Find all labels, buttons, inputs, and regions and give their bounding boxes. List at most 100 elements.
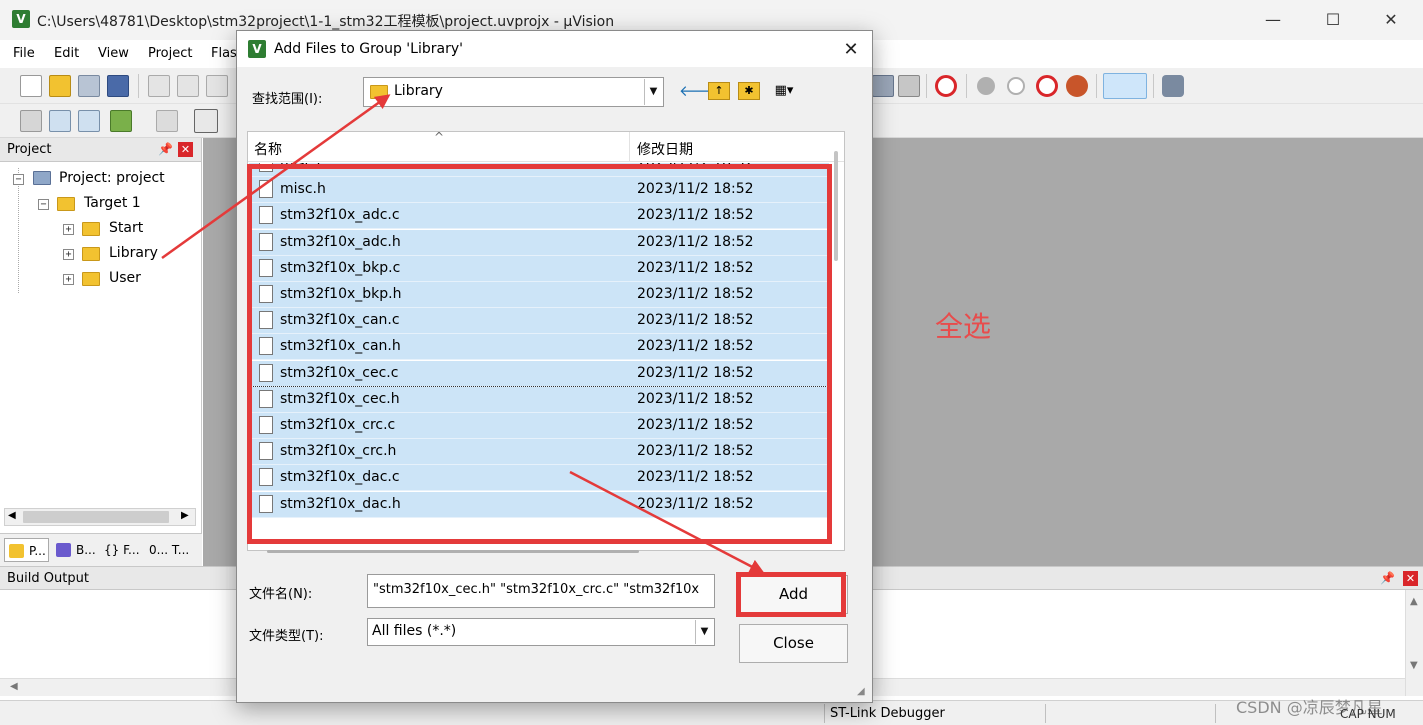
toolbar-separator xyxy=(1153,74,1154,98)
expand-icon[interactable]: + xyxy=(63,249,74,260)
toolbar-separator xyxy=(138,74,139,98)
tree-label: Start xyxy=(109,220,144,236)
rebuild-icon[interactable] xyxy=(78,110,100,132)
tree-group-start[interactable]: + Start xyxy=(0,218,200,240)
maximize-button[interactable]: ☐ xyxy=(1310,6,1356,34)
column-date-modified[interactable]: 修改日期 xyxy=(637,139,693,159)
scroll-left-icon[interactable]: ◀ xyxy=(10,681,18,692)
tree-group-library[interactable]: + Library xyxy=(0,243,200,265)
project-icon xyxy=(33,171,51,185)
chevron-down-icon[interactable]: ▼ xyxy=(695,620,713,644)
project-panel-tabs: P... B... {} F... 0... T... xyxy=(0,533,202,566)
file-type-label: 文件类型(T): xyxy=(249,629,324,644)
translate-icon[interactable] xyxy=(20,110,42,132)
wrench-icon[interactable] xyxy=(1162,75,1184,97)
download-load-icon[interactable] xyxy=(194,109,218,133)
annotation-add-box xyxy=(736,572,846,617)
column-name[interactable]: 名称 xyxy=(254,139,282,159)
close-icon[interactable]: ✕ xyxy=(1403,571,1418,586)
debug-window-icon[interactable] xyxy=(872,75,894,97)
build-vertical-scrollbar[interactable]: ▲ ▼ xyxy=(1405,590,1423,696)
kill-breakpoints-icon[interactable] xyxy=(1036,75,1058,97)
close-icon[interactable]: ✕ xyxy=(178,142,193,157)
dialog-close-button[interactable]: ✕ xyxy=(835,37,867,63)
scroll-left-icon[interactable]: ◀ xyxy=(8,510,16,521)
project-panel: Project 📌 ✕ − Project: project − Target … xyxy=(0,138,202,566)
menu-edit[interactable]: Edit xyxy=(54,46,79,61)
project-horizontal-scrollbar[interactable]: ◀ ▶ xyxy=(4,508,196,526)
new-file-icon[interactable] xyxy=(20,75,42,97)
start-debug-icon[interactable] xyxy=(935,75,957,97)
collapse-icon[interactable]: − xyxy=(38,199,49,210)
tree-label: Project: project xyxy=(59,170,165,186)
build-icon[interactable] xyxy=(49,110,71,132)
status-debugger: ST-Link Debugger xyxy=(830,706,945,721)
scroll-thumb[interactable] xyxy=(23,511,169,523)
save-icon[interactable] xyxy=(78,75,100,97)
copy-icon[interactable] xyxy=(177,75,199,97)
tree-label: Target 1 xyxy=(84,195,141,211)
file-name-input[interactable]: "stm32f10x_cec.h" "stm32f10x_crc.c" "stm… xyxy=(367,574,715,608)
look-in-combobox[interactable]: Library ▼ xyxy=(363,77,664,107)
scroll-up-icon[interactable]: ▲ xyxy=(1410,596,1418,607)
file-name-label: 文件名(N): xyxy=(249,587,313,602)
look-in-label: 查找范围(I): xyxy=(252,92,323,107)
status-separator xyxy=(1215,704,1216,723)
collapse-icon[interactable]: − xyxy=(13,174,24,185)
expand-icon[interactable]: + xyxy=(63,224,74,235)
menu-flash[interactable]: Flas xyxy=(211,46,237,61)
view-menu-icon[interactable]: ▦▾ xyxy=(767,81,801,101)
chevron-down-icon[interactable]: ▼ xyxy=(644,79,662,105)
disable-breakpoint-icon[interactable] xyxy=(1007,77,1025,95)
file-list-vertical-scrollbar[interactable] xyxy=(834,151,838,261)
file-type-value: All files (*.*) xyxy=(372,623,457,639)
close-button[interactable]: Close xyxy=(739,624,848,663)
pin-icon[interactable]: 📌 xyxy=(1380,571,1395,585)
annotation-selection-box xyxy=(247,164,832,544)
open-file-icon[interactable] xyxy=(49,75,71,97)
paste-icon[interactable] xyxy=(206,75,228,97)
tab-templates[interactable]: 0... T... xyxy=(145,538,195,562)
tree-target[interactable]: − Target 1 xyxy=(0,193,200,215)
disable-all-breakpoints-icon[interactable] xyxy=(1066,75,1088,97)
resize-grip-icon[interactable]: ◢ xyxy=(857,686,865,697)
back-arrow-icon[interactable]: 🡐 xyxy=(679,81,719,101)
folder-icon xyxy=(370,85,388,99)
menu-file[interactable]: File xyxy=(13,46,35,61)
batch-build-icon[interactable] xyxy=(110,110,132,132)
tools-icon[interactable] xyxy=(898,75,920,97)
dialog-title-bar: V Add Files to Group 'Library' ✕ xyxy=(237,31,872,67)
uvision-app-icon: V xyxy=(12,10,30,28)
tree-root-project[interactable]: − Project: project xyxy=(0,168,200,190)
close-window-button[interactable]: ✕ xyxy=(1368,6,1414,34)
folder-icon xyxy=(82,247,100,261)
status-separator xyxy=(1045,704,1046,723)
minimize-button[interactable]: — xyxy=(1250,6,1296,34)
tree-group-user[interactable]: + User xyxy=(0,268,200,290)
new-folder-icon[interactable]: ✱ xyxy=(738,82,760,100)
stop-build-icon[interactable] xyxy=(156,110,178,132)
cut-icon[interactable] xyxy=(148,75,170,97)
folder-icon xyxy=(82,272,100,286)
up-folder-icon[interactable]: ↑ xyxy=(708,82,730,100)
window-layout-dropdown[interactable] xyxy=(1103,73,1147,99)
menu-project[interactable]: Project xyxy=(148,46,192,61)
project-panel-title: Project xyxy=(7,142,52,157)
column-separator[interactable] xyxy=(629,132,630,162)
folder-icon xyxy=(82,222,100,236)
tab-functions[interactable]: {} F... xyxy=(99,538,145,562)
save-all-icon[interactable] xyxy=(107,75,129,97)
file-type-combobox[interactable]: All files (*.*) ▼ xyxy=(367,618,715,646)
books-tab-icon xyxy=(56,543,71,557)
tab-label: B... xyxy=(76,543,96,557)
pin-icon[interactable]: 📌 xyxy=(158,142,173,156)
tab-books[interactable]: B... xyxy=(52,538,97,562)
expand-icon[interactable]: + xyxy=(63,274,74,285)
tab-label: {} F... xyxy=(104,543,140,557)
tab-project[interactable]: P... xyxy=(4,538,49,562)
scroll-right-icon[interactable]: ▶ xyxy=(181,510,189,521)
file-list-horizontal-scrollbar[interactable] xyxy=(267,550,639,553)
scroll-down-icon[interactable]: ▼ xyxy=(1410,660,1418,671)
menu-view[interactable]: View xyxy=(98,46,129,61)
breakpoint-icon[interactable] xyxy=(977,77,995,95)
